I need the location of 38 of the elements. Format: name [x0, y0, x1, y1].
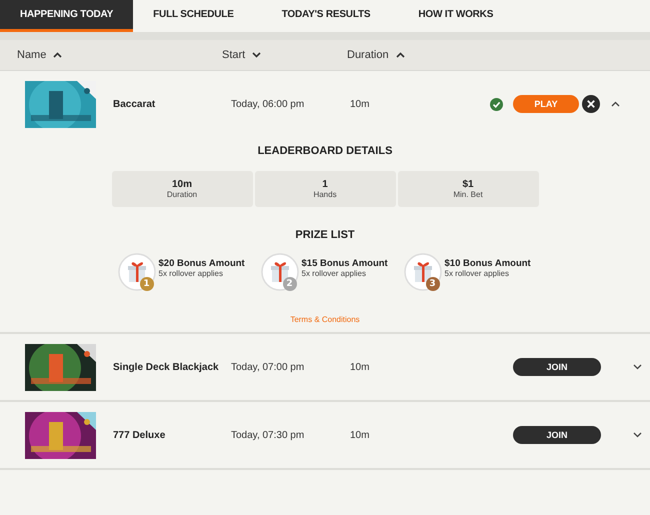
duration: 10m: [350, 362, 370, 372]
stat-value: 10m: [172, 179, 192, 190]
gift-icon: [404, 253, 442, 291]
game-name: 777 Deluxe: [113, 430, 166, 440]
tab[interactable]: FULL SCHEDULE: [133, 0, 254, 32]
stat-value: 1: [322, 179, 328, 190]
stat-label: Hands: [313, 190, 337, 199]
expand-icon[interactable]: [633, 432, 642, 438]
section-title: PRIZE LIST: [295, 229, 355, 241]
gift-icon: [260, 253, 298, 291]
expand-icon[interactable]: [633, 364, 642, 370]
prize-amount: $20 Bonus Amount: [158, 258, 245, 269]
prize-note: 5x rollover applies: [158, 269, 224, 278]
collapse-icon[interactable]: [611, 101, 620, 107]
duration: 10m: [350, 98, 370, 110]
stat-value: $1: [462, 179, 474, 190]
start-time: Today, 07:30 pm: [231, 430, 306, 440]
column-header[interactable]: Name: [17, 49, 222, 61]
tab[interactable]: HAPPENING TODAY: [0, 0, 134, 32]
prize-amount: $15 Bonus Amount: [302, 258, 388, 269]
duration: 10m: [350, 430, 370, 440]
close-icon[interactable]: [582, 95, 600, 113]
join-button[interactable]: JOIN: [513, 358, 601, 376]
stat-label: Min. Bet: [453, 190, 483, 199]
game-name: Single Deck Blackjack: [113, 362, 220, 372]
game-name: Baccarat: [113, 98, 156, 110]
tab[interactable]: TODAY'S RESULTS: [262, 0, 390, 32]
column-header[interactable]: Duration: [347, 49, 405, 61]
start-time: Today, 06:00 pm: [231, 98, 306, 110]
prize-amount: $10 Bonus Amount: [444, 258, 531, 269]
tab[interactable]: HOW IT WORKS: [398, 0, 514, 32]
stat-label: Duration: [166, 190, 198, 199]
section-title: LEADERBOARD DETAILS: [258, 145, 392, 157]
column-header[interactable]: Start: [222, 49, 347, 61]
join-button[interactable]: JOIN: [513, 426, 601, 444]
start-time: Today, 07:00 pm: [231, 362, 306, 372]
prize-note: 5x rollover applies: [302, 269, 367, 278]
prize-note: 5x rollover applies: [444, 269, 510, 278]
